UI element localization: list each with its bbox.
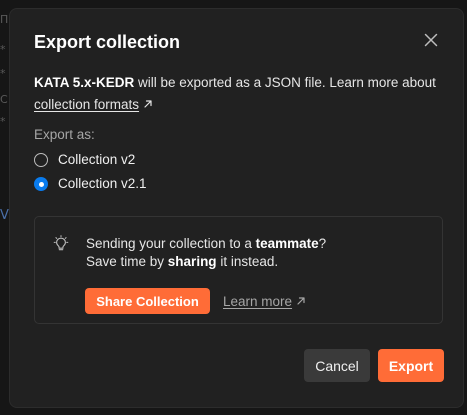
collection-formats-link[interactable]: collection formats <box>34 97 139 112</box>
radio-option-collection-v2[interactable]: Collection v2 <box>34 150 135 170</box>
tip-line-1-suffix: ? <box>318 236 327 251</box>
background-glyph: C <box>0 93 8 106</box>
radio-option-collection-v2-1[interactable]: Collection v2.1 <box>34 174 147 194</box>
tip-line-2-suffix: it instead. <box>216 254 279 269</box>
collection-name: KATA 5.x-KEDR <box>34 75 135 90</box>
background-glyph: * <box>0 67 6 80</box>
radio-button-checked[interactable] <box>34 177 48 191</box>
radio-label: Collection v2 <box>58 152 136 167</box>
lightbulb-icon <box>53 235 69 251</box>
cancel-button[interactable]: Cancel <box>304 349 370 382</box>
export-collection-dialog: Export collection KATA 5.x-KEDR will be … <box>9 8 464 408</box>
background-glyph: V <box>0 208 9 223</box>
background-glyph: * <box>0 43 6 56</box>
learn-more-label: Learn more <box>223 294 293 309</box>
radio-label: Collection v2.1 <box>58 176 147 191</box>
tip-line-1: Sending your collection to a teammate? <box>86 235 326 253</box>
tip-line-2-prefix: Save time by <box>86 254 168 269</box>
share-tip-box: Sending your collection to a teammate? S… <box>34 216 443 324</box>
description-text: will be exported as a JSON file. Learn m… <box>134 75 436 90</box>
collection-formats-link-label: collection formats <box>34 97 140 112</box>
learn-more-link[interactable]: Learn more <box>223 293 306 311</box>
external-link-arrow-icon <box>297 297 305 305</box>
background-glyph: * <box>0 115 6 128</box>
radio-button-unchecked[interactable] <box>34 153 48 167</box>
export-description: KATA 5.x-KEDR will be exported as a JSON… <box>34 72 444 116</box>
background-glyph: Π <box>0 13 9 26</box>
tip-line-1-prefix: Sending your collection to a <box>86 236 256 251</box>
close-icon <box>424 33 438 47</box>
tip-line-2: Save time by sharing it instead. <box>86 253 326 271</box>
export-as-label: Export as: <box>34 127 95 142</box>
dialog-title: Export collection <box>34 32 181 52</box>
share-collection-button[interactable]: Share Collection <box>85 288 210 314</box>
close-button[interactable] <box>422 31 440 49</box>
export-button[interactable]: Export <box>378 349 444 382</box>
tip-line-1-bold: teammate <box>255 236 319 251</box>
external-link-arrow-icon <box>144 100 152 108</box>
tip-text: Sending your collection to a teammate? S… <box>86 235 326 271</box>
tip-line-2-bold: sharing <box>167 254 217 269</box>
